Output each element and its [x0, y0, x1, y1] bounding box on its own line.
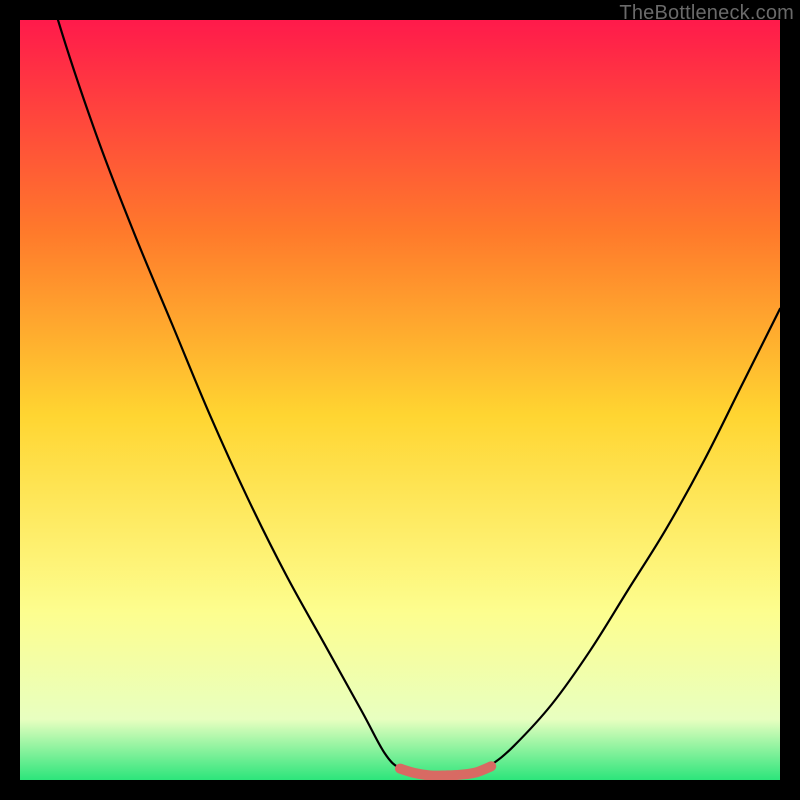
- bottleneck-chart: [20, 20, 780, 780]
- chart-frame: TheBottleneck.com: [0, 0, 800, 800]
- gradient-background: [20, 20, 780, 780]
